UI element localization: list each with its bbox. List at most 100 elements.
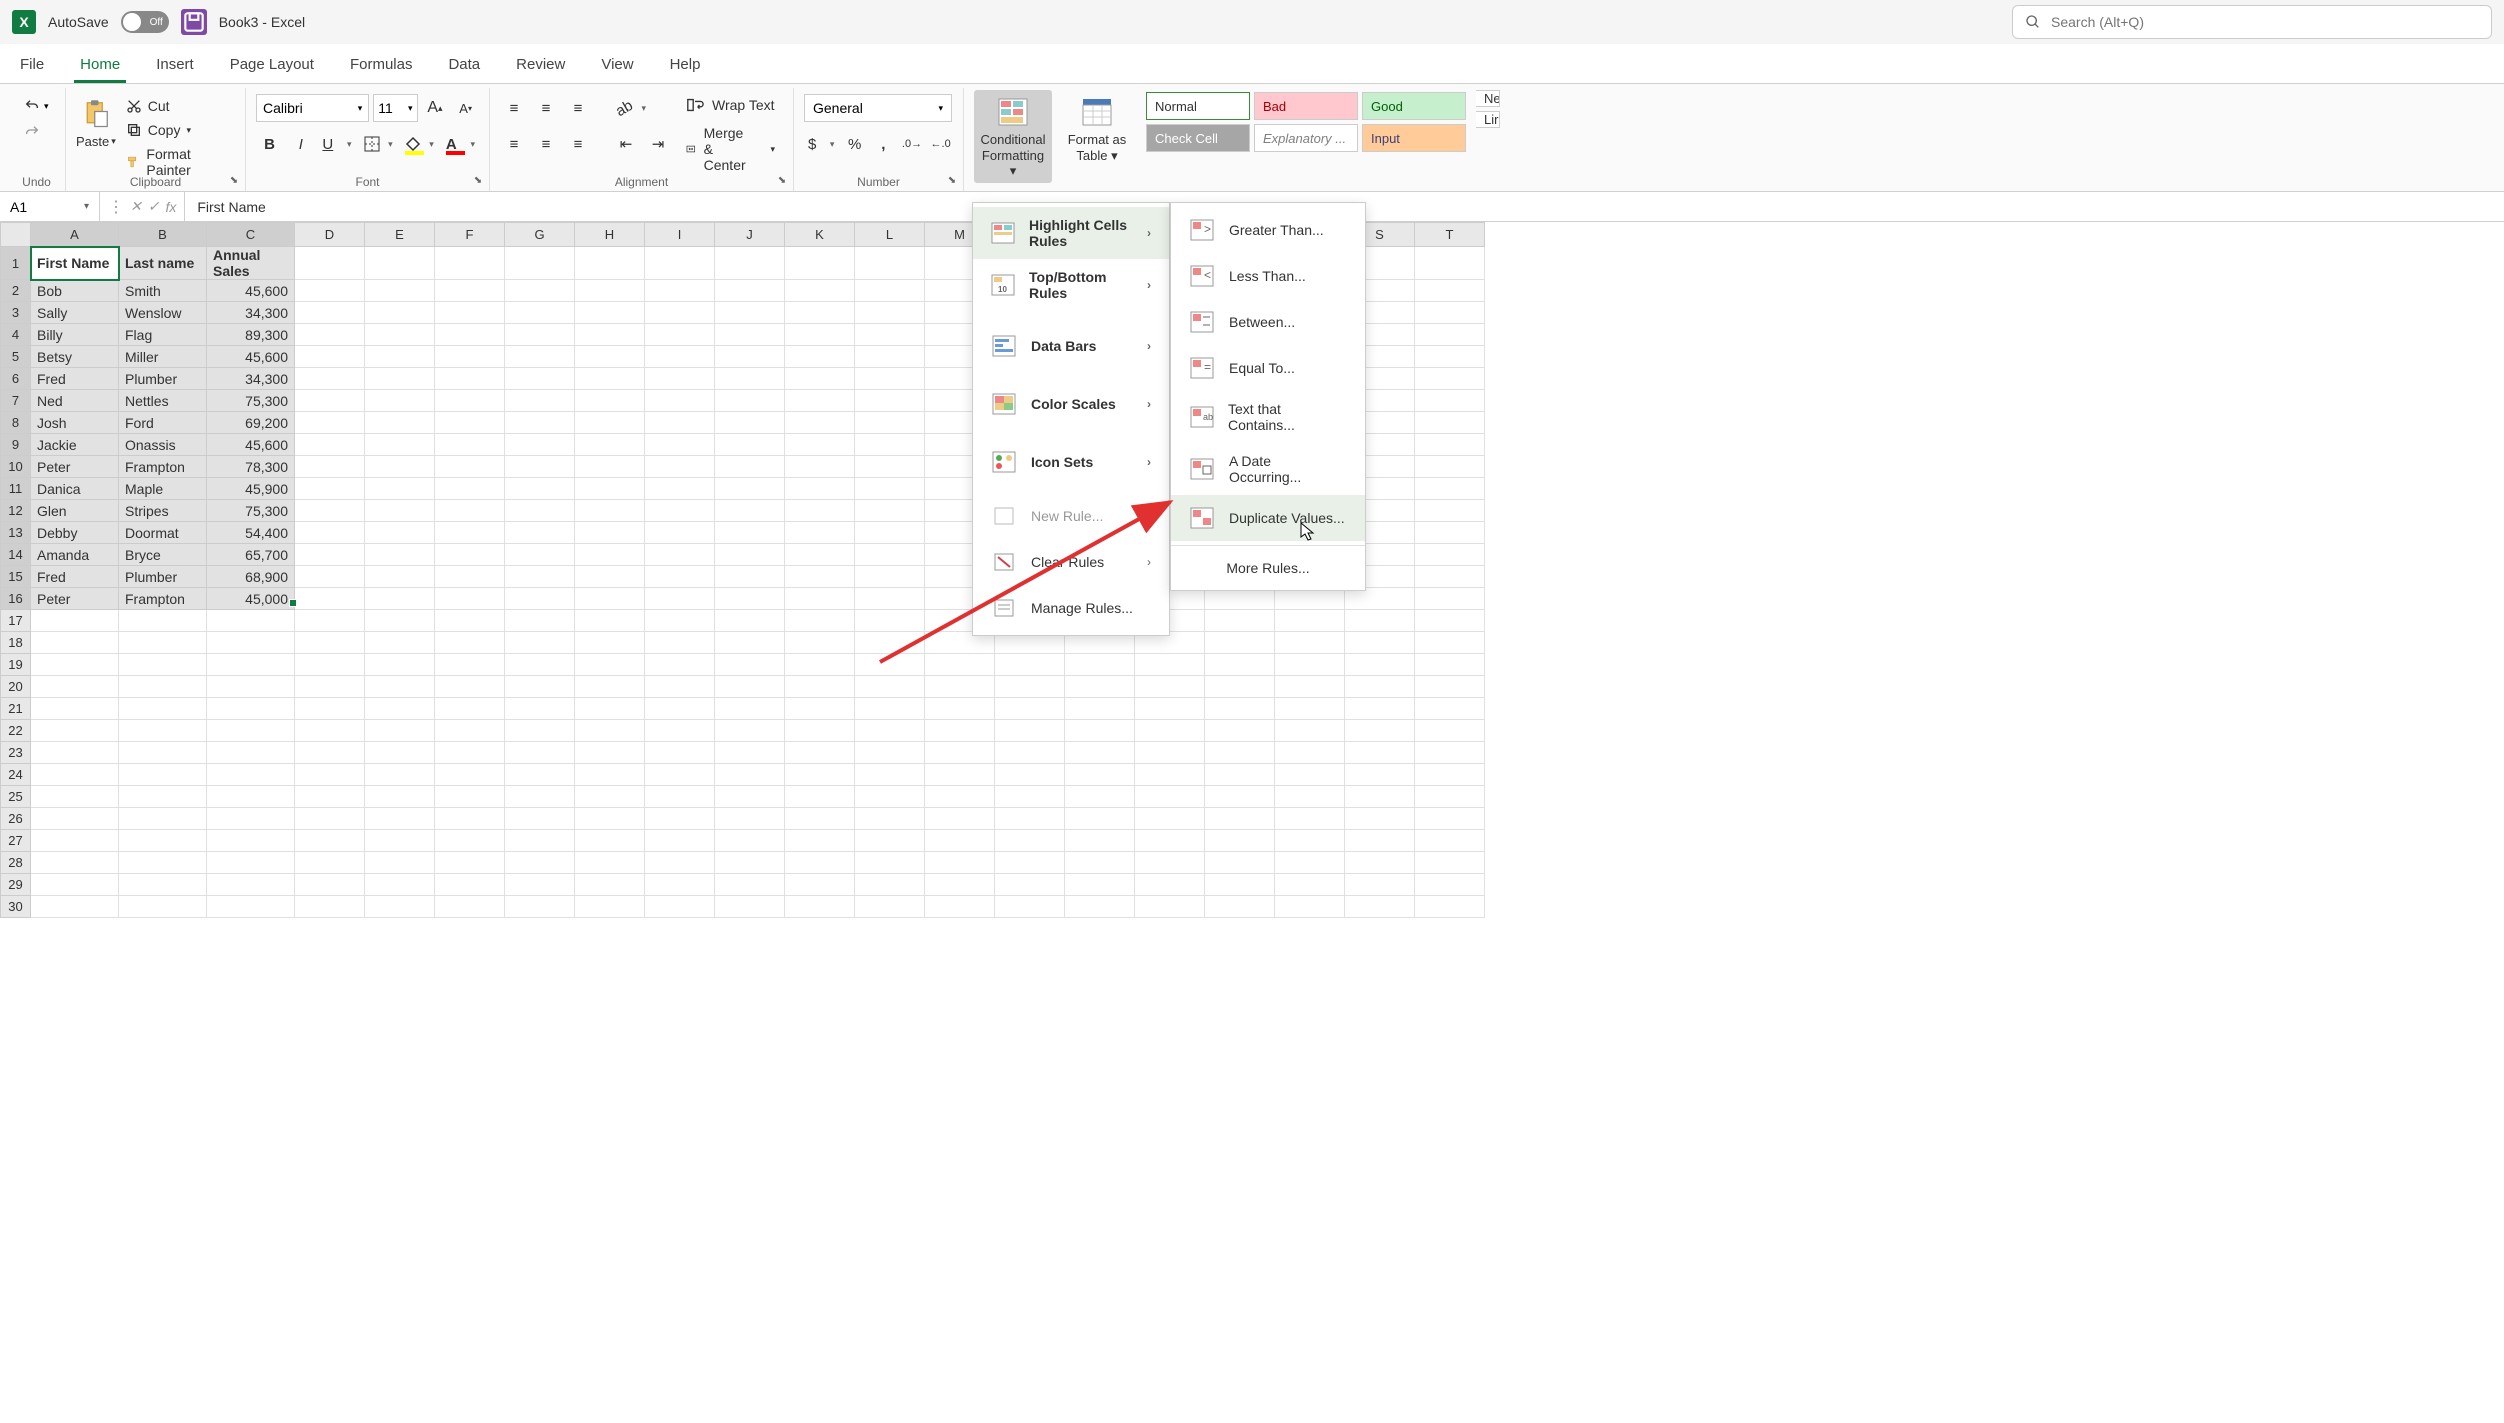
cell[interactable] bbox=[1275, 654, 1345, 676]
orientation-button[interactable]: ab▾ bbox=[612, 94, 650, 122]
cell[interactable] bbox=[1345, 610, 1415, 632]
cell[interactable] bbox=[365, 742, 435, 764]
cell[interactable] bbox=[119, 786, 207, 808]
cell[interactable] bbox=[207, 764, 295, 786]
cell[interactable] bbox=[1345, 676, 1415, 698]
cell[interactable] bbox=[435, 720, 505, 742]
cell[interactable] bbox=[1345, 742, 1415, 764]
number-launcher[interactable]: ⬊ bbox=[945, 173, 959, 187]
cell[interactable] bbox=[715, 588, 785, 610]
cell[interactable] bbox=[575, 764, 645, 786]
cell[interactable] bbox=[295, 588, 365, 610]
cell[interactable] bbox=[31, 808, 119, 830]
cell[interactable] bbox=[1415, 324, 1485, 346]
cell[interactable] bbox=[995, 808, 1065, 830]
cell[interactable] bbox=[575, 720, 645, 742]
cell[interactable] bbox=[995, 698, 1065, 720]
decrease-font-button[interactable]: A▾ bbox=[452, 94, 479, 122]
cell[interactable] bbox=[645, 302, 715, 324]
cell[interactable] bbox=[1415, 654, 1485, 676]
cell[interactable] bbox=[435, 632, 505, 654]
col-header-L[interactable]: L bbox=[855, 223, 925, 247]
underline-button[interactable]: U▾ bbox=[318, 130, 355, 158]
cell[interactable] bbox=[715, 302, 785, 324]
cell[interactable] bbox=[1275, 786, 1345, 808]
cell[interactable] bbox=[1065, 874, 1135, 896]
decrease-decimal-button[interactable]: ←.0 bbox=[928, 130, 953, 158]
cell[interactable] bbox=[715, 500, 785, 522]
menu-icon-sets[interactable]: Icon Sets› bbox=[973, 439, 1169, 485]
cell[interactable] bbox=[1415, 522, 1485, 544]
cell[interactable] bbox=[505, 368, 575, 390]
cell[interactable] bbox=[505, 434, 575, 456]
cell[interactable] bbox=[505, 830, 575, 852]
cell[interactable] bbox=[1135, 852, 1205, 874]
cell[interactable]: Ned bbox=[31, 390, 119, 412]
cell[interactable] bbox=[365, 566, 435, 588]
cell[interactable] bbox=[995, 896, 1065, 918]
cell[interactable] bbox=[1205, 698, 1275, 720]
cell[interactable] bbox=[925, 786, 995, 808]
cell[interactable] bbox=[645, 852, 715, 874]
cell[interactable] bbox=[119, 720, 207, 742]
cell[interactable] bbox=[855, 786, 925, 808]
cell[interactable] bbox=[505, 390, 575, 412]
tab-data[interactable]: Data bbox=[444, 48, 484, 83]
cell[interactable] bbox=[855, 632, 925, 654]
cell[interactable] bbox=[295, 896, 365, 918]
cell[interactable] bbox=[1415, 720, 1485, 742]
cell[interactable] bbox=[31, 610, 119, 632]
cell[interactable] bbox=[785, 280, 855, 302]
cell[interactable] bbox=[855, 434, 925, 456]
clipboard-launcher[interactable]: ⬊ bbox=[227, 173, 241, 187]
cell[interactable] bbox=[1135, 896, 1205, 918]
cell[interactable] bbox=[645, 896, 715, 918]
cell[interactable]: 45,600 bbox=[207, 434, 295, 456]
cell[interactable] bbox=[1415, 478, 1485, 500]
font-name-select[interactable]: Calibri▾ bbox=[256, 94, 369, 122]
cell[interactable] bbox=[1275, 610, 1345, 632]
cell[interactable] bbox=[1275, 676, 1345, 698]
search-box[interactable] bbox=[2012, 5, 2492, 39]
search-input[interactable] bbox=[2051, 14, 2479, 30]
cell[interactable] bbox=[119, 654, 207, 676]
cell[interactable] bbox=[435, 874, 505, 896]
cell[interactable] bbox=[715, 720, 785, 742]
cell[interactable] bbox=[1205, 632, 1275, 654]
cell[interactable] bbox=[575, 500, 645, 522]
cell[interactable] bbox=[645, 500, 715, 522]
cell[interactable] bbox=[435, 434, 505, 456]
cell[interactable] bbox=[1205, 720, 1275, 742]
increase-indent-button[interactable]: ⇥ bbox=[644, 130, 672, 158]
cell[interactable] bbox=[925, 764, 995, 786]
cell[interactable] bbox=[575, 390, 645, 412]
cell[interactable] bbox=[365, 676, 435, 698]
cell[interactable] bbox=[435, 896, 505, 918]
cell[interactable] bbox=[1345, 852, 1415, 874]
col-header-K[interactable]: K bbox=[785, 223, 855, 247]
format-as-table-button[interactable]: Format as Table ▾ bbox=[1058, 90, 1136, 167]
cell[interactable] bbox=[995, 786, 1065, 808]
cell[interactable] bbox=[1065, 896, 1135, 918]
cell[interactable] bbox=[785, 302, 855, 324]
increase-font-button[interactable]: A▴ bbox=[422, 94, 449, 122]
cell[interactable] bbox=[715, 478, 785, 500]
cell[interactable] bbox=[1135, 742, 1205, 764]
cell[interactable] bbox=[365, 698, 435, 720]
cell[interactable] bbox=[1345, 654, 1415, 676]
comma-format-button[interactable]: , bbox=[871, 130, 896, 158]
cell[interactable]: Stripes bbox=[119, 500, 207, 522]
cell[interactable] bbox=[575, 610, 645, 632]
cell[interactable] bbox=[785, 566, 855, 588]
cell[interactable] bbox=[995, 720, 1065, 742]
borders-button[interactable]: ▾ bbox=[360, 130, 397, 158]
cell[interactable] bbox=[435, 368, 505, 390]
row-header[interactable]: 7 bbox=[1, 390, 31, 412]
cell[interactable] bbox=[505, 500, 575, 522]
cell[interactable]: Amanda bbox=[31, 544, 119, 566]
cell[interactable] bbox=[295, 522, 365, 544]
cell[interactable] bbox=[715, 390, 785, 412]
cell[interactable] bbox=[1205, 676, 1275, 698]
cell[interactable] bbox=[645, 390, 715, 412]
cell[interactable] bbox=[207, 720, 295, 742]
